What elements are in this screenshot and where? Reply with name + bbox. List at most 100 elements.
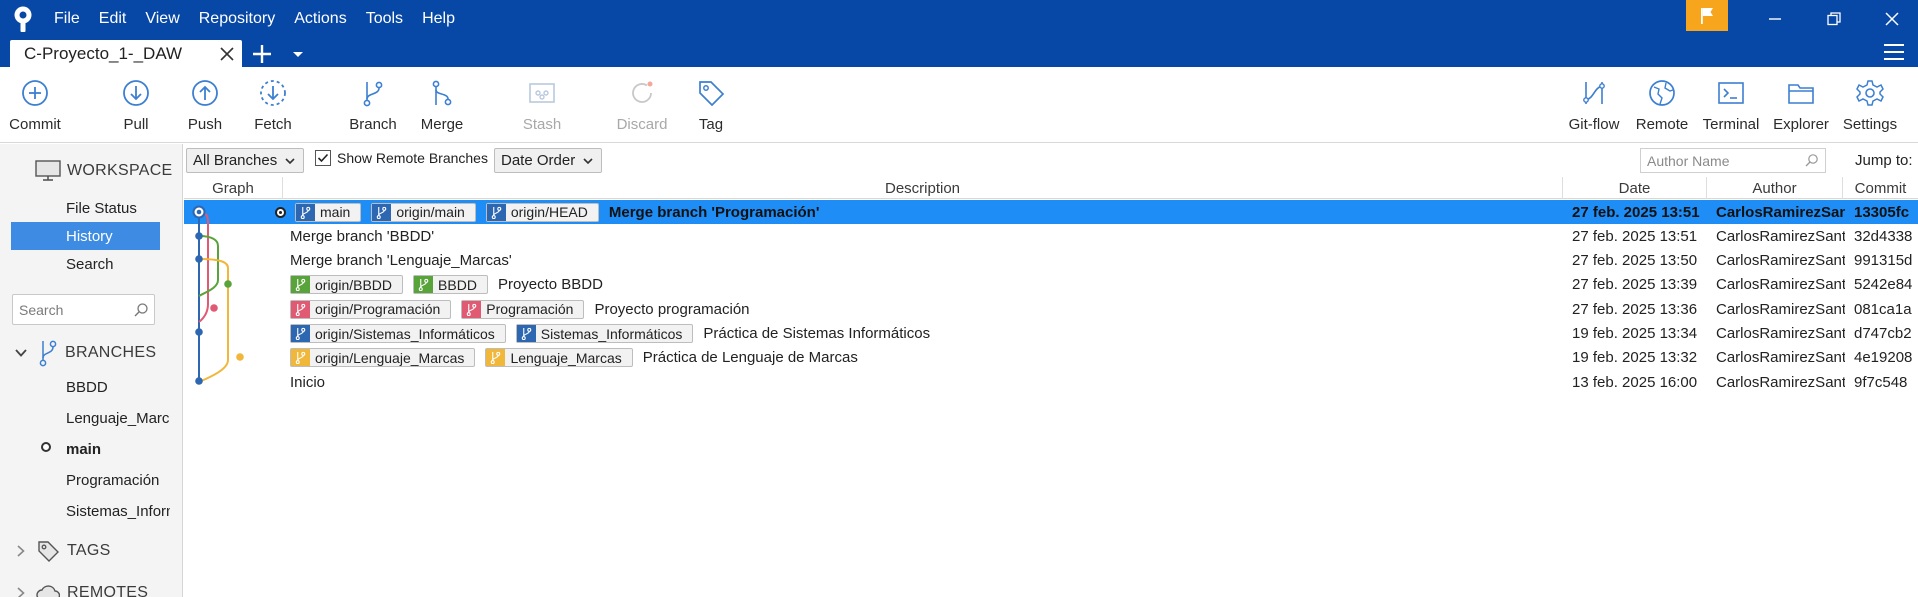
commit-date: 13 feb. 2025 16:00 <box>1572 373 1698 391</box>
checkbox-box[interactable] <box>315 150 331 166</box>
chevron-down-icon <box>583 157 593 164</box>
sidebar-search-input[interactable] <box>13 295 123 324</box>
ref-tag[interactable]: origin/Sistemas_Informáticos <box>290 324 506 343</box>
branch-button[interactable]: Branch <box>338 67 408 143</box>
menu-view[interactable]: View <box>145 10 179 28</box>
sidebar-branch-bbdd[interactable]: BBDD <box>66 373 170 401</box>
commit-row[interactable]: Merge branch 'BBDD' 27 feb. 2025 13:51 Car… <box>184 224 1918 248</box>
search-icon[interactable] <box>1804 153 1819 168</box>
sidebar-branch-programacion[interactable]: Programación <box>66 466 170 494</box>
repo-tab[interactable]: C-Proyecto_1-_DAW <box>10 40 242 67</box>
checkmark-icon <box>317 153 329 163</box>
column-header-row: Graph Description Date Author Commit <box>184 177 1918 199</box>
gitflow-icon <box>1583 82 1605 104</box>
ref-tag[interactable]: BBDD <box>413 275 488 295</box>
menu-repository[interactable]: Repository <box>199 10 275 28</box>
commit-description: Merge branch 'BBDD' <box>290 224 1740 248</box>
menu-tools[interactable]: Tools <box>366 10 403 28</box>
sourcetree-logo[interactable] <box>10 5 36 33</box>
gear-icon <box>1856 80 1884 106</box>
commit-author: CarlosRamirezSan <box>1716 203 1845 221</box>
remotes-label: REMOTES <box>67 584 149 597</box>
jump-to-label: Jump to: <box>1855 152 1913 169</box>
show-remote-branches-checkbox[interactable]: Show Remote Branches <box>315 150 488 166</box>
branch-icon <box>39 340 57 367</box>
commit-row[interactable]: origin/Lenguaje_Marcas Lenguaje_Marcas Prá… <box>184 346 1918 370</box>
commit-button[interactable]: Commit <box>0 67 70 143</box>
merge-label: Merge <box>420 116 464 133</box>
branches-label: BRANCHES <box>65 344 157 361</box>
tab-close-icon[interactable] <box>218 45 236 63</box>
tab-dropdown-icon[interactable] <box>289 46 307 62</box>
explorer-button[interactable]: Explorer <box>1766 67 1836 143</box>
menu-actions[interactable]: Actions <box>294 10 346 28</box>
ref-tag[interactable]: origin/HEAD <box>485 202 599 222</box>
merge-button[interactable]: Merge <box>407 67 477 143</box>
close-window-button[interactable] <box>1869 0 1915 37</box>
current-branch-indicator-icon <box>41 442 51 452</box>
order-dropdown[interactable]: Date Order <box>494 148 603 173</box>
remotes-section-header[interactable]: REMOTES <box>0 578 182 597</box>
column-header-author[interactable]: Author <box>1707 177 1843 199</box>
branches-section-header[interactable]: BRANCHES <box>0 338 182 368</box>
settings-label: Settings <box>1842 116 1898 133</box>
push-button[interactable]: Push <box>170 67 240 143</box>
menu-help[interactable]: Help <box>422 10 455 28</box>
add-tab-icon[interactable] <box>250 42 274 66</box>
commit-row[interactable]: Merge branch 'Lenguaje_Marcas' 27 feb. 20… <box>184 249 1918 273</box>
search-icon[interactable] <box>133 302 149 318</box>
sidebar-branch-sistemas-informaticos[interactable]: Sistemas_Inform <box>66 497 170 525</box>
commit-row[interactable]: origin/Programación Programación Proyecto … <box>184 297 1918 321</box>
menu-edit[interactable]: Edit <box>99 10 127 28</box>
ref-tag[interactable]: Sistemas_Informáticos <box>515 324 694 343</box>
ref-tag[interactable]: origin/main <box>371 202 476 222</box>
commit-description: Inicio <box>290 370 1740 394</box>
ref-tag[interactable]: origin/Lenguaje_Marcas <box>290 348 476 368</box>
fetch-button[interactable]: Fetch <box>238 67 308 143</box>
commit-description: origin/Programación Programación Proyecto … <box>290 297 1740 321</box>
commit-row[interactable]: origin/BBDD BBDD Proyecto BBDD 27 feb. 2025… <box>184 273 1918 297</box>
settings-button[interactable]: Settings <box>1835 67 1905 143</box>
stash-button[interactable]: Stash <box>507 67 577 143</box>
column-header-date[interactable]: Date <box>1563 177 1707 199</box>
ref-tag[interactable]: Programación <box>461 299 585 319</box>
branch-filter-dropdown[interactable]: All Branches <box>186 148 305 173</box>
sidebar-item-search[interactable]: Search <box>11 250 160 278</box>
sidebar-branch-lenguaje-marcas[interactable]: Lenguaje_Marca <box>66 404 170 432</box>
minimize-button[interactable] <box>1752 0 1798 37</box>
discard-button[interactable]: Discard <box>607 67 677 143</box>
author-search <box>1640 148 1826 173</box>
commit-row[interactable]: origin/Sistemas_Informáticos Sistemas_Inf… <box>184 322 1918 346</box>
commit-row[interactable]: main origin/main origin/HEAD Merge branch '… <box>184 200 1918 224</box>
hamburger-menu-icon[interactable] <box>1882 42 1906 62</box>
tag-button[interactable]: Tag <box>676 67 746 143</box>
gitflow-button[interactable]: Git-flow <box>1559 67 1629 143</box>
tags-section-header[interactable]: TAGS <box>0 536 182 566</box>
flag-button[interactable] <box>1686 0 1728 31</box>
branch-icon <box>291 300 310 318</box>
ref-tag[interactable]: origin/BBDD <box>290 275 404 295</box>
remote-button[interactable]: Remote <box>1627 67 1697 143</box>
terminal-button[interactable]: Terminal <box>1696 67 1766 143</box>
workspace-section-header[interactable]: WORKSPACE <box>0 156 182 186</box>
author-search-input[interactable] <box>1641 149 1791 172</box>
sidebar-item-file-status[interactable]: File Status <box>11 194 160 222</box>
restore-button[interactable] <box>1811 0 1857 37</box>
column-header-graph[interactable]: Graph <box>184 177 283 199</box>
menu-file[interactable]: File <box>54 10 80 28</box>
column-header-description[interactable]: Description <box>283 177 1563 199</box>
ref-tag[interactable]: main <box>295 202 362 222</box>
commit-author: CarlosRamirezSant <box>1716 373 1845 391</box>
ref-tag-label: Sistemas_Informáticos <box>540 325 683 342</box>
commit-message: Proyecto programación <box>594 300 750 318</box>
commit-author: CarlosRamirezSant <box>1716 300 1845 318</box>
sidebar-branch-main[interactable]: main <box>66 435 170 463</box>
commit-icon <box>22 80 48 106</box>
commit-row[interactable]: Inicio 13 feb. 2025 16:00 CarlosRamirezSan… <box>184 370 1918 394</box>
pull-button[interactable]: Pull <box>101 67 171 143</box>
ref-tag[interactable]: Lenguaje_Marcas <box>485 348 633 368</box>
ref-tag[interactable]: origin/Programación <box>290 299 452 319</box>
sidebar-item-history[interactable]: History <box>11 222 160 250</box>
column-header-commit[interactable]: Commit <box>1843 177 1918 199</box>
branch-icon <box>363 81 383 107</box>
